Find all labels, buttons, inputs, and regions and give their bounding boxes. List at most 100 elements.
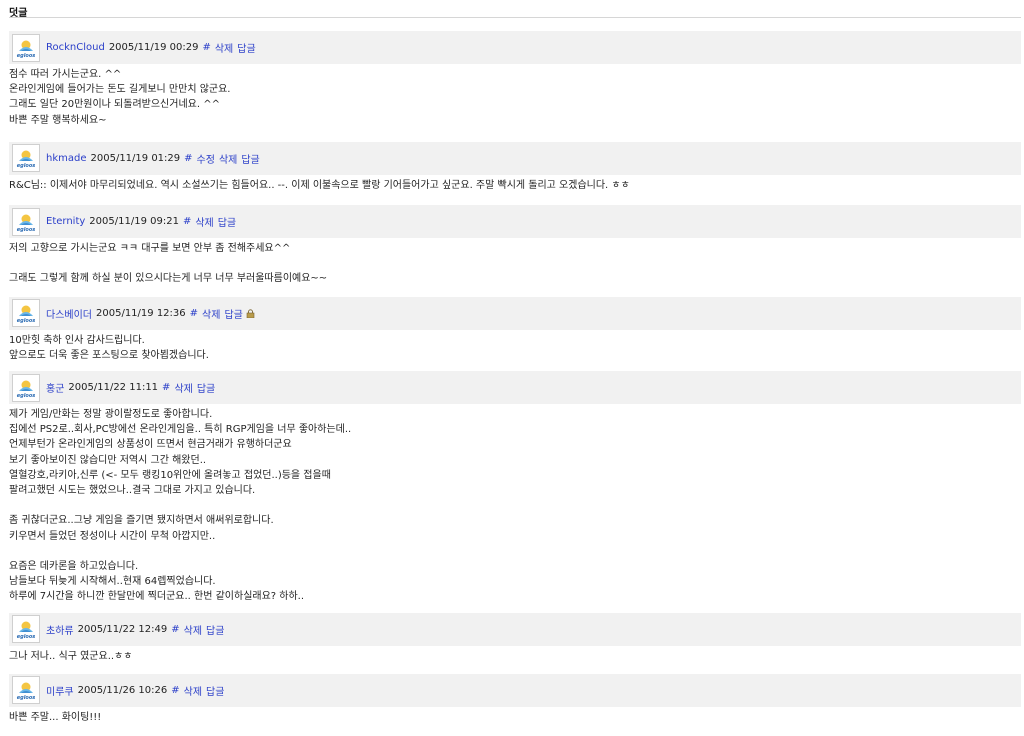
comment-action-2[interactable]: 답글 [206,622,224,637]
lock-icon [246,308,255,318]
comment: egloos Eternity 2005/11/19 09:21 # 삭제 답글저의 고향… [0,205,1024,297]
comment-action-1[interactable]: 수정 [197,151,215,166]
comments-page: 덧글 egloos RocknCloud 2005/11/19 00:29 # 삭제 답글… [0,0,1024,736]
avatar[interactable]: egloos [12,676,40,705]
comment-line: 좀 귀찮더군요..그냥 게임을 즐기면 됐지하면서 애써위로합니다. [9,515,274,527]
comment-body: 10만힛 축하 인사 감사드립니다. 앞으로도 더욱 좋은 포스팅으로 찾아뵙겠습… [0,330,1024,371]
avatar-logo-text: egloos [16,52,36,59]
avatar-logo-text: egloos [16,634,36,641]
comment-line: 10만힛 축하 인사 감사드립니다. [9,334,145,346]
avatar-logo-text: egloos [16,226,36,233]
comment-date: 2005/11/26 10:26 [77,684,168,696]
comment-action-0[interactable]: # [190,308,198,319]
comment-header: egloos 미루쿠 2005/11/26 10:26 # 삭제 답글 [9,673,1021,707]
comment-action-0[interactable]: # [184,153,192,164]
comment-action-3[interactable]: 답글 [241,151,259,166]
comment-date: 2005/11/19 00:29 [108,42,199,53]
comment-line: 점수 따러 가시는군요. ^^ [9,69,122,80]
comment-action-1[interactable]: 삭제 [215,40,233,55]
avatar-logo-text: egloos [16,318,36,325]
comment-header: egloos 홍군 2005/11/22 11:11 # 삭제 답글 [9,371,1021,405]
comment-author-link[interactable]: 초하류 [46,622,74,637]
comment-date: 2005/11/19 09:21 [89,216,179,228]
comment-action-1[interactable]: 삭제 [184,622,202,637]
avatar[interactable]: egloos [12,33,40,62]
comment-header: egloos Eternity 2005/11/19 09:21 # 삭제 답글 [9,205,1021,239]
comment-line: R&C님:: 이제서야 마무리되었네요. 역시 소설쓰기는 힘들어요.. --.… [9,179,630,191]
comment-author-link[interactable]: 미루쿠 [46,683,74,698]
comment-author-link[interactable]: 홍군 [46,380,64,395]
comment-body: 저의 고향으로 가시는군요 ㅋㅋ 대구를 보면 안부 좀 전해주세요^^ 그래도 … [0,238,1024,297]
comment-action-1[interactable]: 삭제 [184,683,202,698]
comment-header: egloos 다스베이더 2005/11/19 12:36 # 삭제 답글 [9,296,1021,330]
comment-body: 바쁜 주말... 화이팅!!! [0,707,1024,733]
comment-line: 열혈강호,라키아,신루 (<- 모두 랭킹10위안에 올려놓고 접었던..)등을… [9,469,331,481]
comment: egloos 초하류 2005/11/22 12:49 # 삭제 답글그나 저나.. 식구… [0,612,1024,674]
comment-line: 앞으로도 더욱 좋은 포스팅으로 찾아뵙겠습니다. [9,349,209,361]
comment-action-2[interactable]: 답글 [224,306,242,321]
avatar-logo-text: egloos [16,163,36,170]
comment: egloos 다스베이더 2005/11/19 12:36 # 삭제 답글 10만힛 축하 … [0,296,1024,371]
comment-action-1[interactable]: 삭제 [195,214,213,229]
comment-body: R&C님:: 이제서야 마무리되었네요. 역시 소설쓰기는 힘들어요.. --.… [0,175,1024,205]
comment-action-1[interactable]: 삭제 [202,306,220,321]
comment-line [9,544,1024,559]
avatar-logo-text: egloos [16,392,36,399]
comment-action-2[interactable]: 삭제 [219,151,237,166]
comment-action-0[interactable]: # [162,382,170,393]
comment-line: 바쁜 주말... 화이팅!!! [9,711,102,723]
comment-line: 언제부턴가 온라인게임의 상품성이 뜨면서 현금거래가 유행하더군요 [9,439,292,451]
comment-action-2[interactable]: 답글 [218,214,236,229]
divider [9,17,1021,18]
comment-action-0[interactable]: # [183,216,191,227]
avatar[interactable]: egloos [12,207,40,236]
comment-author-link[interactable]: Eternity [46,216,85,227]
avatar[interactable]: egloos [12,373,40,402]
comment-line: 요즘은 데카론을 하고있습니다. [9,561,139,573]
comment-body: 점수 따러 가시는군요. ^^ 온라인게임에 들어가는 돈도 길게보니 만만치 않… [0,64,1024,142]
avatar[interactable]: egloos [12,144,40,173]
comment-body: 제가 게임/만화는 정말 광이랄정도로 좋아합니다. 집에선 PS2로..회사,P… [0,404,1024,613]
comment-list: egloos RocknCloud 2005/11/19 00:29 # 삭제 답글 점수 … [0,31,1024,733]
comment: egloos 미루쿠 2005/11/26 10:26 # 삭제 답글바쁜 주말... 화… [0,673,1024,733]
avatar[interactable]: egloos [12,615,40,644]
comment-line: 남들보다 뒤늦게 시작해서..현재 64렙찍었습니다. [9,576,216,588]
comment-action-0[interactable]: # [171,624,179,635]
comment: egloos hkmade 2005/11/19 01:29 # 수정 삭제 답글 R&C님:… [0,141,1024,205]
avatar-logo-text: egloos [16,695,36,702]
avatar[interactable]: egloos [12,299,40,328]
comment-action-0[interactable]: # [202,42,210,53]
comment-line: 그래도 일단 20만원이나 되돌려받으신거네요. ^^ [9,99,220,111]
comment-line: 보기 좋아보이진 않습디만 저역시 그간 해왔던.. [9,454,207,466]
comment-date: 2005/11/19 01:29 [90,152,181,164]
comment-action-1[interactable]: 삭제 [174,380,192,395]
comment-line [9,498,1024,513]
comment-line: 저의 고향으로 가시는군요 ㅋㅋ 대구를 보면 안부 좀 전해주세요^^ [9,243,291,255]
comment-header: egloos hkmade 2005/11/19 01:29 # 수정 삭제 답글 [9,141,1021,175]
comment-line: 집에선 PS2로..회사,PC방에선 온라인게임을.. 특히 RGP게임을 너무… [9,424,352,436]
comment-line: 그래도 그렇게 함께 하실 분이 있으시다는게 너무 너무 부러울따름이예요~~ [9,273,328,285]
comment-author-link[interactable]: 다스베이더 [46,306,92,321]
comment-line: 키우면서 들었던 정성이나 시간이 무척 아깝지만.. [9,530,216,542]
comment-action-2[interactable]: 답글 [237,40,255,55]
comment-header: egloos RocknCloud 2005/11/19 00:29 # 삭제 답글 [9,31,1021,64]
comment-action-2[interactable]: 답글 [197,380,215,395]
comment-line [9,256,1024,271]
comment-author-link[interactable]: RocknCloud [46,42,105,53]
comment-line: 그나 저나.. 식구 였군요..ㅎㅎ [9,650,133,662]
comment-action-2[interactable]: 답글 [206,683,224,698]
comment-line: 제가 게임/만화는 정말 광이랄정도로 좋아합니다. [9,409,213,421]
comment-action-0[interactable]: # [171,685,179,696]
comment-line: 바쁜 주말 행복하세요~ [9,114,107,126]
comment-header: egloos 초하류 2005/11/22 12:49 # 삭제 답글 [9,612,1021,646]
comment-date: 2005/11/22 12:49 [77,623,168,635]
comment-author-link[interactable]: hkmade [46,153,87,164]
comment-line: 온라인게임에 들어가는 돈도 길게보니 만만치 않군요. [9,84,231,96]
comment: egloos RocknCloud 2005/11/19 00:29 # 삭제 답글점수 … [0,31,1024,142]
comment-date: 2005/11/22 11:11 [68,382,159,394]
comment-line: 하루에 7시간을 하니깐 한달만에 찍더군요.. 한번 같이하실래요? 하하.. [9,591,305,603]
comment: egloos 홍군 2005/11/22 11:11 # 삭제 답글제가 게임/만화는 정… [0,371,1024,613]
comment-body: 그나 저나.. 식구 였군요..ㅎㅎ [0,646,1024,674]
comment-date: 2005/11/19 12:36 [96,307,186,319]
comment-line: 팔려고했던 시도는 했었으나..결국 그대로 가지고 있습니다. [9,485,256,497]
